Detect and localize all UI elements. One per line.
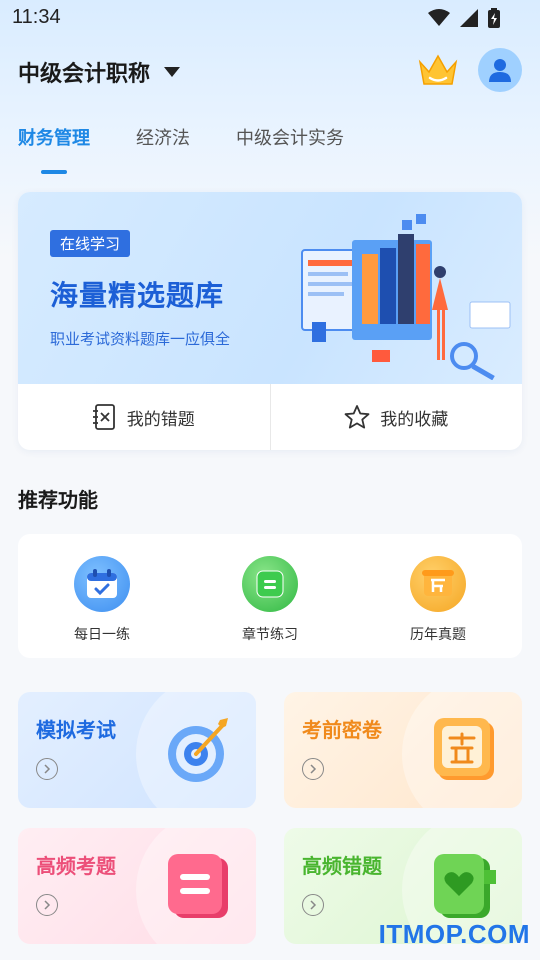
chapter-icon xyxy=(242,556,298,612)
status-bar: 11:34 xyxy=(0,0,540,36)
exam-selector[interactable]: 中级会计职称 xyxy=(18,56,181,88)
frequent-questions-icon xyxy=(168,854,228,918)
calendar-icon xyxy=(74,556,130,612)
tab-intermediate-accounting[interactable]: 中级会计实务 xyxy=(236,124,344,174)
quick-actions: 我的错题 我的收藏 xyxy=(18,384,522,450)
target-icon xyxy=(168,718,228,782)
chapter-practice-button[interactable]: 章节练习 xyxy=(186,534,354,658)
banner-title: 海量精选题库 xyxy=(50,279,225,312)
pre-exam-paper-card[interactable]: 考前密卷 xyxy=(284,692,522,808)
wifi-icon xyxy=(428,9,450,26)
signal-icon xyxy=(460,9,478,27)
banner-card: 在线学习 海量精选题库 职业考试资料题库一应俱全 我的错题 我的收藏 xyxy=(18,192,522,450)
my-wrong-questions-label: 我的错题 xyxy=(126,409,195,430)
vip-crown-icon[interactable] xyxy=(416,50,460,90)
frequent-questions-title: 高频考题 xyxy=(36,854,116,878)
mock-exam-title: 模拟考试 xyxy=(36,718,116,742)
caret-down-icon xyxy=(164,67,181,77)
star-icon xyxy=(344,405,370,429)
mock-exam-card[interactable]: 模拟考试 xyxy=(18,692,256,808)
subject-tabs: 财务管理 经济法 中级会计实务 xyxy=(18,124,344,174)
active-tab-indicator xyxy=(41,170,67,174)
exam-title: 中级会计职称 xyxy=(18,62,151,87)
my-favorites-label: 我的收藏 xyxy=(380,409,449,430)
past-exams-label: 历年真题 xyxy=(410,627,466,643)
past-exams-button[interactable]: 历年真题 xyxy=(354,534,522,658)
frequent-errors-title: 高频错题 xyxy=(302,854,382,878)
watermark: ITMOP.COM xyxy=(378,919,530,949)
status-time: 11:34 xyxy=(12,6,61,28)
frequent-errors-icon xyxy=(434,854,496,918)
study-illustration xyxy=(301,214,511,380)
banner-subtitle: 职业考试资料题库一应俱全 xyxy=(50,330,231,348)
daily-practice-button[interactable]: 每日一练 xyxy=(18,534,186,658)
history-icon xyxy=(410,556,466,612)
secret-paper-icon xyxy=(434,718,494,780)
header: 中级会计职称 xyxy=(0,48,540,92)
daily-practice-label: 每日一练 xyxy=(74,627,130,643)
recommended-section-title: 推荐功能 xyxy=(18,488,98,512)
arrow-right-icon xyxy=(302,894,324,916)
banner-tag: 在线学习 xyxy=(50,230,131,257)
arrow-right-icon xyxy=(36,758,58,780)
tab-financial-management[interactable]: 财务管理 xyxy=(18,124,90,174)
pre-exam-paper-title: 考前密卷 xyxy=(302,718,382,742)
battery-icon xyxy=(488,8,500,28)
banner[interactable]: 在线学习 海量精选题库 职业考试资料题库一应俱全 xyxy=(18,192,522,384)
status-icons xyxy=(428,8,500,28)
avatar[interactable] xyxy=(478,48,522,92)
frequent-questions-card[interactable]: 高频考题 xyxy=(18,828,256,944)
tab-economic-law[interactable]: 经济法 xyxy=(136,124,190,174)
my-favorites-button[interactable]: 我的收藏 xyxy=(271,384,523,450)
user-icon xyxy=(489,59,511,82)
arrow-right-icon xyxy=(302,758,324,780)
recommended-functions: 每日一练 章节练习 历年真题 xyxy=(18,534,522,658)
my-wrong-questions-button[interactable]: 我的错题 xyxy=(18,384,270,450)
wrong-questions-icon xyxy=(92,404,115,430)
arrow-right-icon xyxy=(36,894,58,916)
chapter-practice-label: 章节练习 xyxy=(242,627,298,643)
